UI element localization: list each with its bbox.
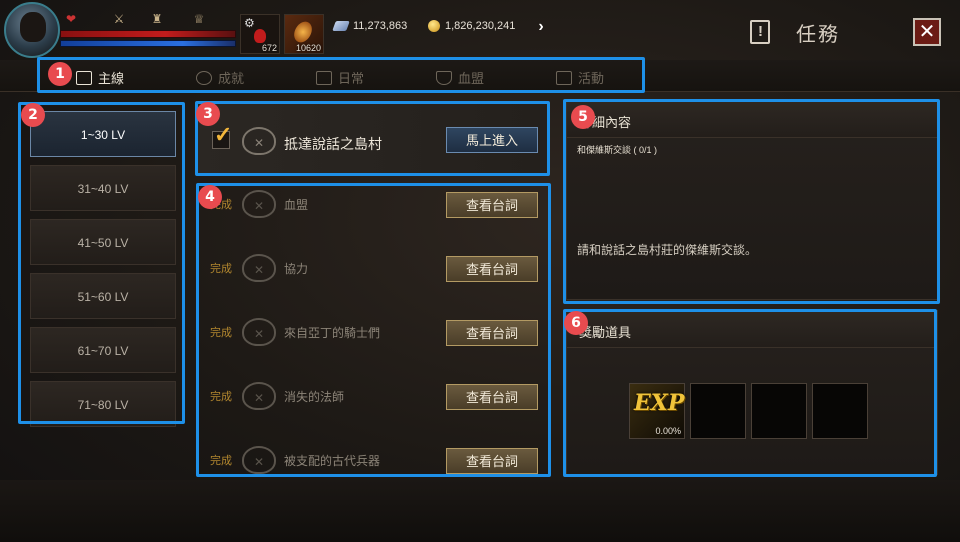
quest-list-item: 完成 ✕ 血盟 查看台詞 xyxy=(200,174,546,236)
heart-icon: ❤ xyxy=(65,12,77,26)
gold-coin-icon xyxy=(428,20,440,32)
medal-icon xyxy=(196,70,212,85)
level-range-item[interactable]: 51~60 LV xyxy=(30,273,176,319)
level-range-item[interactable]: 31~40 LV xyxy=(30,165,176,211)
bottom-strip xyxy=(0,480,960,542)
item-count: 10620 xyxy=(295,43,321,53)
tab-label: 活動 xyxy=(578,71,605,86)
quest-list-item: 完成 ✕ 來自亞丁的騎士們 查看台詞 xyxy=(200,302,546,364)
main-quest-name: 抵達說話之島村 xyxy=(284,136,382,152)
sword-icon: ⚔ xyxy=(113,12,125,26)
view-dialogue-button[interactable]: 查看台詞 xyxy=(446,448,538,474)
crystal-amount: 11,273,863 xyxy=(353,20,408,32)
tab-event[interactable]: 活動 xyxy=(556,68,604,87)
quest-name: 協力 xyxy=(284,262,309,276)
quest-objective: 和傑維斯交談 ( 0/1 ) xyxy=(577,145,658,155)
quest-emblem-icon: ✕ xyxy=(242,446,276,474)
feather-icon xyxy=(290,18,316,46)
tab-main-story[interactable]: 主線 xyxy=(76,68,124,87)
annotation-badge: 4 xyxy=(198,185,222,209)
mp-bar xyxy=(60,40,236,47)
reward-header: 獎勵道具 xyxy=(567,311,937,348)
shield-icon xyxy=(436,70,452,85)
quest-emblem-icon: ✕ xyxy=(242,190,276,218)
page-title: 任務 xyxy=(796,24,840,46)
level-range-item[interactable]: 61~70 LV xyxy=(30,327,176,373)
enter-now-button[interactable]: 馬上進入 xyxy=(446,127,538,153)
empty-reward-slot xyxy=(690,383,746,439)
empty-reward-slot xyxy=(751,383,807,439)
quest-status: 完成 xyxy=(210,263,232,275)
quest-list-item: 完成 ✕ 被支配的古代兵器 查看台詞 xyxy=(200,430,546,474)
main-quest-row: ✓ ✕ 抵達說話之島村 馬上進入 xyxy=(198,103,548,173)
tab-achievement[interactable]: 成就 xyxy=(196,68,244,87)
detail-header: 詳細內容 xyxy=(567,101,937,138)
annotation-badge: 6 xyxy=(564,311,588,335)
annotation-badge: 5 xyxy=(571,105,595,129)
view-dialogue-button[interactable]: 查看台詞 xyxy=(446,320,538,346)
crystal-currency: 11,273,863 xyxy=(332,20,408,32)
view-dialogue-button[interactable]: 查看台詞 xyxy=(446,384,538,410)
tab-label: 日常 xyxy=(338,71,365,86)
tab-label: 血盟 xyxy=(458,71,485,86)
level-range-item[interactable]: 71~80 LV xyxy=(30,381,176,427)
gift-icon xyxy=(556,70,572,85)
annotation-badge: 3 xyxy=(196,102,220,126)
quest-emblem-icon: ✕ xyxy=(242,382,276,410)
quest-name: 血盟 xyxy=(284,198,309,212)
tab-bar: 主線 成就 日常 血盟 活動 xyxy=(0,60,960,92)
quest-emblem-icon: ✕ xyxy=(242,318,276,346)
exp-reward-slot[interactable]: EXP 0.00% xyxy=(629,383,685,439)
trophy-icon: ♕ xyxy=(193,12,205,26)
tab-label: 成就 xyxy=(218,71,245,86)
quest-name: 被支配的古代兵器 xyxy=(284,454,381,468)
gold-amount: 1,826,230,241 xyxy=(445,20,516,32)
quest-description: 請和說話之島村莊的傑維斯交談。 xyxy=(577,243,758,257)
chevron-right-icon[interactable]: › xyxy=(530,16,552,38)
potion-slot[interactable]: ⚙ 672 xyxy=(240,14,280,54)
tab-clan[interactable]: 血盟 xyxy=(436,68,484,87)
close-button[interactable]: ✕ xyxy=(913,18,941,46)
item-slot[interactable]: 10620 xyxy=(284,14,324,54)
checkmark-icon: ✓ xyxy=(214,122,233,147)
reward-panel: 獎勵道具 EXP 0.00% xyxy=(566,310,938,475)
detail-panel: 詳細內容 和傑維斯交談 ( 0/1 ) 請和說話之島村莊的傑維斯交談。 xyxy=(566,100,938,300)
character-avatar[interactable] xyxy=(4,2,60,58)
exp-icon: EXP xyxy=(634,390,685,416)
annotation-badge: 1 xyxy=(48,62,72,86)
empty-reward-slot xyxy=(812,383,868,439)
annotation-badge: 2 xyxy=(21,103,45,127)
list-icon xyxy=(76,70,92,85)
quest-emblem-icon: ✕ xyxy=(242,127,276,155)
quest-status: 完成 xyxy=(210,327,232,339)
quest-name: 來自亞丁的騎士們 xyxy=(284,326,381,340)
tab-label: 主線 xyxy=(98,71,125,86)
tab-daily[interactable]: 日常 xyxy=(316,68,364,87)
exp-percent: 0.00% xyxy=(655,426,681,436)
quest-status: 完成 xyxy=(210,391,232,403)
quest-status: 完成 xyxy=(210,455,232,467)
view-dialogue-button[interactable]: 查看台詞 xyxy=(446,256,538,282)
quest-list-item: 完成 ✕ 消失的法師 查看台詞 xyxy=(200,366,546,428)
gear-icon: ⚙ xyxy=(244,16,255,30)
potion-count: 672 xyxy=(261,43,277,53)
view-dialogue-button[interactable]: 查看台詞 xyxy=(446,192,538,218)
quest-name: 消失的法師 xyxy=(284,390,345,404)
quest-checkbox: ✓ xyxy=(212,122,232,149)
hp-bar xyxy=(60,30,236,38)
level-range-item[interactable]: 41~50 LV xyxy=(30,219,176,265)
red-potion-icon xyxy=(254,29,266,43)
flag-icon xyxy=(316,70,332,85)
level-range-item[interactable]: 1~30 LV xyxy=(30,111,176,157)
quest-scroll-icon xyxy=(750,20,770,44)
quest-list-item: 完成 ✕ 協力 查看台詞 xyxy=(200,238,546,300)
crystal-icon xyxy=(332,21,350,31)
gold-currency: 1,826,230,241 xyxy=(428,20,515,32)
helmet-icon: ♜ xyxy=(151,12,163,26)
quest-emblem-icon: ✕ xyxy=(242,254,276,282)
